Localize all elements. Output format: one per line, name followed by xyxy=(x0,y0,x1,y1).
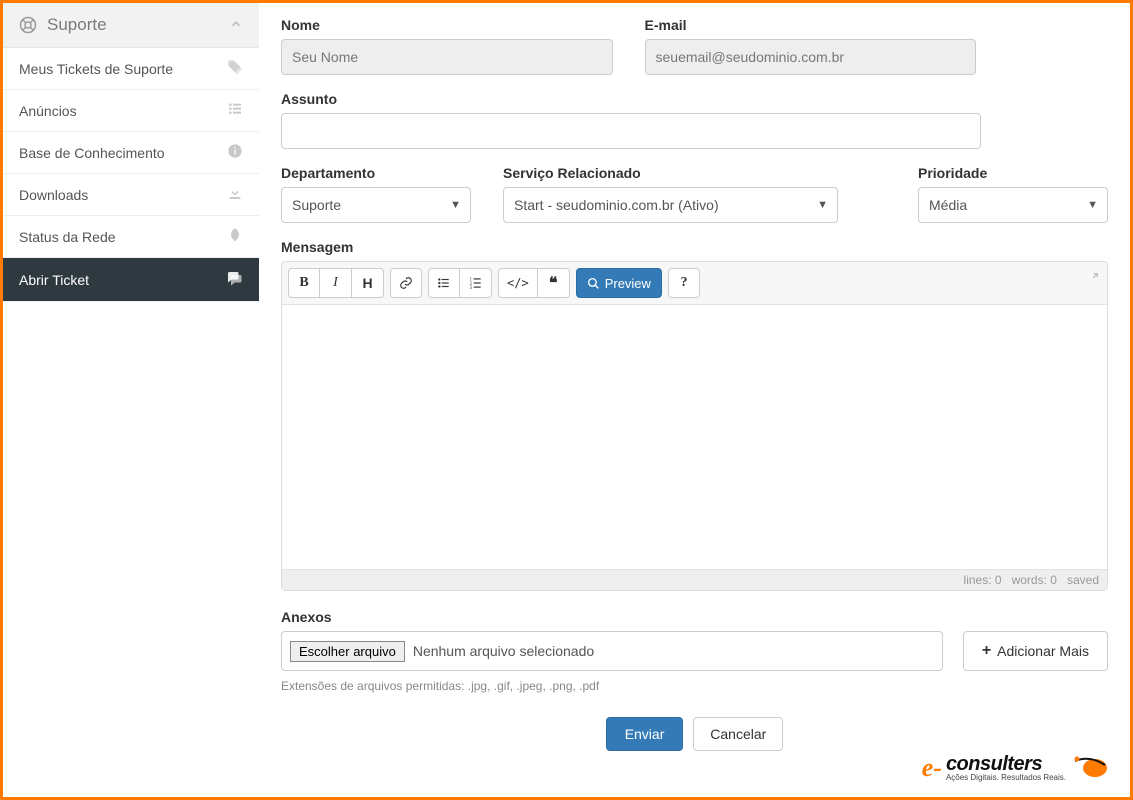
italic-button[interactable]: I xyxy=(320,268,352,298)
preview-button[interactable]: Preview xyxy=(576,268,662,298)
service-select[interactable]: Start - seudominio.com.br (Ativo) xyxy=(503,187,838,223)
life-ring-icon xyxy=(19,16,37,34)
editor-toolbar: B I H 123 xyxy=(282,262,1107,305)
cancel-button[interactable]: Cancelar xyxy=(693,717,783,751)
code-button[interactable]: </> xyxy=(498,268,538,298)
sidebar: Suporte Meus Tickets de Suporte Anúncios xyxy=(3,3,259,797)
sidebar-item-label: Base de Conhecimento xyxy=(19,145,165,161)
priority-label: Prioridade xyxy=(918,165,1108,181)
fullscreen-icon[interactable] xyxy=(1085,272,1099,289)
logo-e-icon: e- xyxy=(922,753,942,783)
svg-text:3: 3 xyxy=(469,286,472,290)
department-select[interactable]: Suporte xyxy=(281,187,471,223)
ordered-list-button[interactable]: 123 xyxy=(460,268,492,298)
sidebar-item-downloads[interactable]: Downloads xyxy=(3,174,259,216)
choose-file-button[interactable]: Escolher arquivo xyxy=(290,641,405,662)
heading-button[interactable]: H xyxy=(352,268,384,298)
info-icon xyxy=(227,143,243,162)
email-input xyxy=(645,39,977,75)
download-icon xyxy=(227,185,243,204)
submit-button[interactable]: Enviar xyxy=(606,717,684,751)
allowed-extensions-text: Extensões de arquivos permitidas: .jpg, … xyxy=(281,679,1108,693)
sidebar-item-knowledgebase[interactable]: Base de Conhecimento xyxy=(3,132,259,174)
logo-swoosh-icon xyxy=(1070,753,1110,783)
subject-input[interactable] xyxy=(281,113,981,149)
message-label: Mensagem xyxy=(281,239,1108,255)
department-label: Departamento xyxy=(281,165,471,181)
email-label: E-mail xyxy=(645,17,977,33)
editor-statusbar: lines: 0 words: 0 saved xyxy=(282,570,1107,590)
quote-button[interactable]: ❝ xyxy=(538,268,570,298)
sidebar-item-open-ticket[interactable]: Abrir Ticket xyxy=(3,258,259,302)
sidebar-item-label: Meus Tickets de Suporte xyxy=(19,61,173,77)
sidebar-item-network-status[interactable]: Status da Rede xyxy=(3,216,259,258)
priority-select[interactable]: Média xyxy=(918,187,1108,223)
service-label: Serviço Relacionado xyxy=(503,165,838,181)
sidebar-item-my-tickets[interactable]: Meus Tickets de Suporte xyxy=(3,48,259,90)
file-status-text: Nenhum arquivo selecionado xyxy=(413,643,594,659)
help-button[interactable]: ? xyxy=(668,268,700,298)
chevron-up-icon xyxy=(229,17,243,34)
brand-logo: e- consulters Ações Digitais. Resultados… xyxy=(922,753,1110,783)
list-icon xyxy=(227,101,243,120)
message-editor: B I H 123 xyxy=(281,261,1108,591)
sidebar-item-label: Anúncios xyxy=(19,103,77,119)
tags-icon xyxy=(227,59,243,78)
sidebar-header[interactable]: Suporte xyxy=(3,3,259,48)
name-label: Nome xyxy=(281,17,613,33)
attachments-label: Anexos xyxy=(281,609,1108,625)
sidebar-item-label: Status da Rede xyxy=(19,229,116,245)
rocket-icon xyxy=(227,227,243,246)
sidebar-item-label: Downloads xyxy=(19,187,88,203)
plus-icon: + xyxy=(982,642,991,660)
chat-icon xyxy=(225,269,243,290)
subject-label: Assunto xyxy=(281,91,981,107)
link-button[interactable] xyxy=(390,268,422,298)
add-more-button[interactable]: + Adicionar Mais xyxy=(963,631,1108,671)
sidebar-item-announcements[interactable]: Anúncios xyxy=(3,90,259,132)
unordered-list-button[interactable] xyxy=(428,268,460,298)
sidebar-item-label: Abrir Ticket xyxy=(19,272,89,288)
sidebar-title: Suporte xyxy=(47,15,107,35)
main-content: Nome E-mail Assunto Departamento xyxy=(259,3,1130,797)
file-input-box[interactable]: Escolher arquivo Nenhum arquivo selecion… xyxy=(281,631,943,671)
bold-button[interactable]: B xyxy=(288,268,320,298)
message-textarea[interactable] xyxy=(282,305,1107,570)
name-input xyxy=(281,39,613,75)
